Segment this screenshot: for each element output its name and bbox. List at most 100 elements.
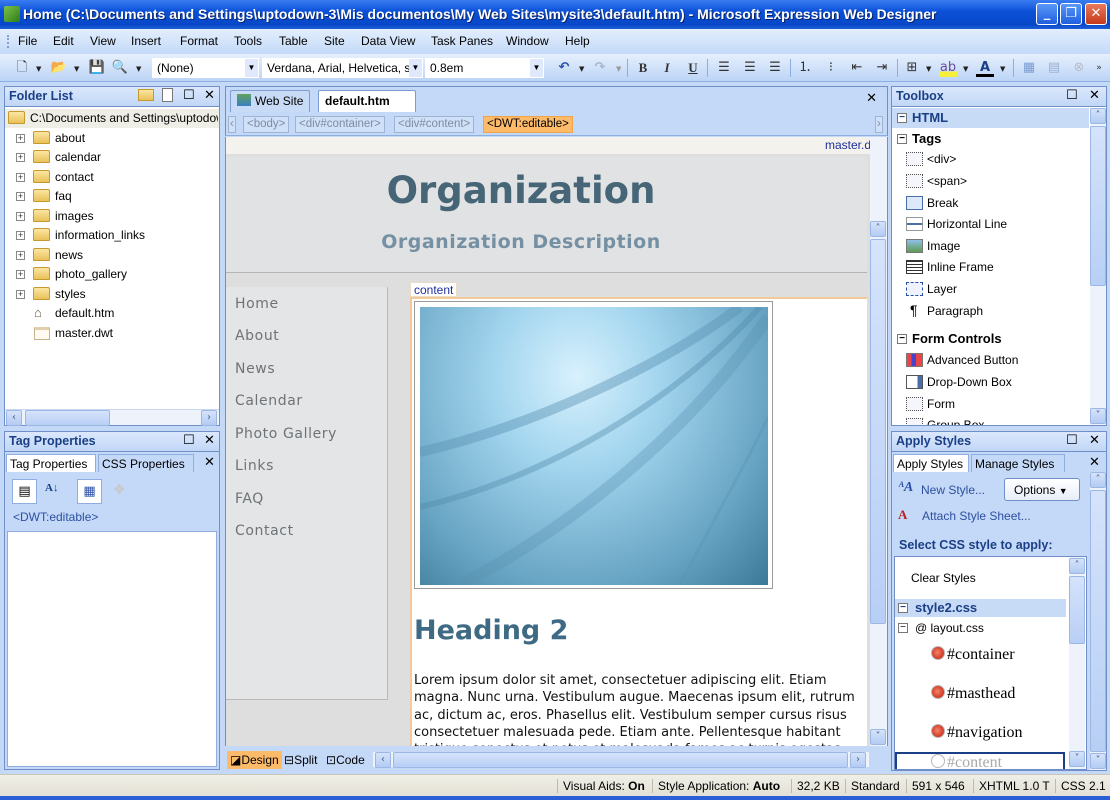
numbered-list-icon[interactable]: ⒈ (796, 59, 814, 77)
borders-icon[interactable]: ⊞ (903, 59, 921, 77)
toolbar-options-icon[interactable]: » (1094, 59, 1104, 77)
tab-tag-properties[interactable]: Tag Properties (6, 454, 96, 472)
editor-horizontal-scrollbar[interactable]: ‹ › (373, 751, 869, 768)
scroll-up-icon[interactable]: ˄ (1090, 472, 1106, 488)
nav-link-links[interactable]: Links (235, 458, 274, 474)
underline-button[interactable]: U (684, 59, 702, 77)
tab-web-site[interactable]: Web Site (230, 90, 311, 112)
maximize-icon[interactable]: ☐ (1066, 433, 1078, 448)
scroll-thumb[interactable] (1090, 490, 1106, 752)
menu-tools[interactable]: Tools (234, 34, 262, 48)
toolbox-vertical-scrollbar[interactable]: ˄ ˅ (1090, 108, 1106, 425)
quick-tag-content[interactable]: <div#content> (394, 116, 475, 133)
page-dimensions-status[interactable]: 591 x 546 (906, 779, 965, 793)
style-dropdown[interactable]: (None) ▼ (152, 58, 259, 78)
menu-site[interactable]: Site (324, 34, 345, 48)
quick-tag-dwt-editable[interactable]: <DWT:editable> (483, 116, 573, 133)
undo-icon[interactable]: ↶ (555, 59, 573, 77)
scroll-thumb[interactable] (870, 239, 886, 624)
nav-link-home[interactable]: Home (235, 296, 279, 312)
menu-edit[interactable]: Edit (53, 34, 74, 48)
collapse-icon[interactable]: − (897, 113, 907, 123)
scroll-down-icon[interactable]: ˅ (1090, 408, 1106, 424)
image-frame[interactable] (414, 301, 773, 589)
tab-css-properties[interactable]: CSS Properties (98, 454, 194, 472)
chevron-down-icon[interactable]: ▼ (74, 65, 79, 73)
scroll-right-icon[interactable]: › (201, 410, 217, 426)
rendering-mode-status[interactable]: Standard (845, 779, 900, 793)
nav-link-contact[interactable]: Contact (235, 523, 294, 539)
close-circle-icon[interactable]: ⊗ (1070, 59, 1088, 77)
new-page-icon[interactable] (162, 88, 173, 102)
close-button[interactable]: ✕ (1085, 3, 1107, 25)
content-region-label[interactable]: content (410, 282, 458, 297)
chevron-down-icon[interactable]: ▼ (136, 65, 141, 73)
close-icon[interactable]: ✕ (1089, 433, 1100, 448)
styles-list-scrollbar[interactable]: ˄ ˅ (1069, 557, 1085, 769)
style-item[interactable]: #navigation (931, 724, 1023, 742)
menu-window[interactable]: Window (506, 34, 549, 48)
expand-icon[interactable]: + (16, 153, 25, 162)
quick-tag-container[interactable]: <div#container> (295, 116, 385, 133)
maximize-icon[interactable]: ☐ (1066, 88, 1078, 103)
scroll-thumb[interactable] (1090, 126, 1106, 286)
tab-manage-styles[interactable]: Manage Styles (971, 454, 1065, 472)
align-left-icon[interactable]: ☰ (715, 59, 733, 77)
quick-tag-body[interactable]: <body> (243, 116, 290, 133)
menu-help[interactable]: Help (565, 34, 590, 48)
highlight-icon[interactable]: ab (939, 59, 957, 77)
collapse-icon[interactable]: − (898, 603, 908, 613)
expand-icon[interactable]: + (16, 270, 25, 279)
toolbox-category-html[interactable]: − HTML (892, 108, 1089, 128)
table-icon[interactable]: ▦ (1020, 59, 1038, 77)
abstract-blue-image[interactable] (420, 307, 768, 585)
expand-icon[interactable]: + (16, 290, 25, 299)
tree-root[interactable]: C:\Documents and Settings\uptodown-3\Mis… (5, 109, 219, 128)
align-center-icon[interactable]: ☰ (741, 59, 759, 77)
redo-icon[interactable]: ↷ (591, 59, 609, 77)
new-style-link[interactable]: New Style... (921, 483, 985, 497)
tab-apply-styles[interactable]: Apply Styles (893, 454, 969, 472)
collapse-icon[interactable]: − (898, 623, 908, 633)
chevron-down-icon[interactable]: ▼ (36, 65, 41, 73)
attach-style-sheet-link[interactable]: Attach Style Sheet... (922, 509, 1031, 523)
vertical-scrollbar[interactable]: ˄ ˅ (870, 137, 887, 746)
chevron-down-icon[interactable]: ▼ (926, 65, 931, 73)
bulleted-list-icon[interactable]: ⁝ (822, 59, 840, 77)
menu-data-view[interactable]: Data View (361, 34, 415, 48)
close-icon[interactable]: ✕ (204, 433, 215, 448)
bold-button[interactable]: B (634, 59, 652, 77)
nav-link-photo-gallery[interactable]: Photo Gallery (235, 426, 337, 442)
expand-icon[interactable]: + (16, 212, 25, 221)
chevron-down-icon[interactable]: ▼ (616, 65, 621, 73)
expand-icon[interactable]: + (16, 231, 25, 240)
open-folder-icon[interactable]: 📂 (50, 59, 68, 77)
style-item[interactable]: #masthead (931, 685, 1015, 703)
scroll-thumb[interactable] (25, 410, 110, 426)
expand-icon[interactable]: + (16, 134, 25, 143)
properties-grid[interactable] (7, 531, 217, 767)
close-icon[interactable]: ✕ (1089, 455, 1100, 470)
editable-content-region[interactable]: Heading 2 Lorem ipsum dolor sit amet, co… (410, 297, 867, 746)
tab-design[interactable]: ◪Design (227, 751, 282, 769)
tab-default-htm[interactable]: default.htm (318, 90, 416, 112)
scroll-left-icon[interactable]: ‹ (375, 752, 391, 768)
new-folder-icon[interactable] (138, 89, 154, 101)
menu-file[interactable]: File (18, 34, 37, 48)
font-dropdown[interactable]: Verdana, Arial, Helvetica, s ▼ (262, 58, 423, 78)
horizontal-scrollbar[interactable]: ‹ › (5, 409, 219, 426)
collapse-icon[interactable]: − (897, 334, 907, 344)
font-color-icon[interactable]: A (976, 59, 994, 77)
style-application-status[interactable]: Style Application: Auto (652, 779, 780, 793)
close-icon[interactable]: ✕ (204, 455, 215, 470)
sort-az-icon[interactable]: A↓ (45, 482, 58, 494)
menu-view[interactable]: View (90, 34, 116, 48)
css-version-status[interactable]: CSS 2.1 (1055, 779, 1106, 793)
preview-icon[interactable]: 🔍 (111, 59, 129, 77)
scroll-up-icon[interactable]: ˄ (870, 221, 886, 237)
italic-button[interactable]: I (658, 59, 676, 77)
chevron-down-icon[interactable]: ▼ (963, 65, 968, 73)
chevron-down-icon[interactable]: ▼ (245, 59, 258, 77)
scroll-down-icon[interactable]: ˅ (870, 729, 886, 745)
layer-icon[interactable]: ▤ (1045, 59, 1063, 77)
